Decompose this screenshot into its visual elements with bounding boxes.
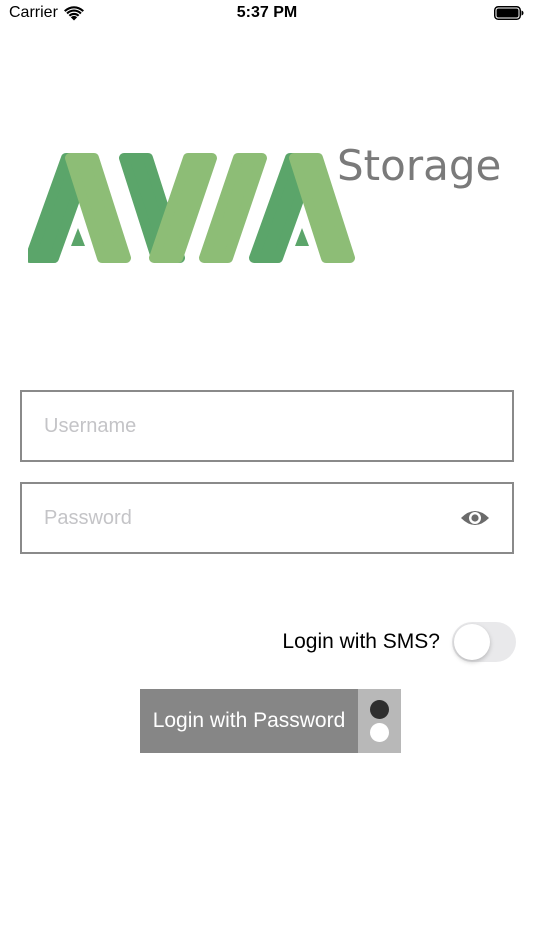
login-mode-option-sms[interactable] xyxy=(370,723,389,742)
logo-letter-i-stroke xyxy=(199,153,267,263)
sms-login-row: Login with SMS? xyxy=(282,621,516,663)
status-bar: Carrier 5:37 PM xyxy=(0,0,534,28)
battery-icon xyxy=(494,6,524,20)
logo-product-name: Storage xyxy=(337,141,501,190)
logo-letter-a2-notch xyxy=(295,228,309,246)
sms-login-toggle[interactable] xyxy=(452,622,516,662)
logo-letter-a-notch xyxy=(71,228,85,246)
login-mode-option-password[interactable] xyxy=(370,700,389,719)
login-mode-picker[interactable] xyxy=(358,689,401,753)
password-input[interactable] xyxy=(42,484,446,552)
eye-icon[interactable] xyxy=(460,506,490,530)
sms-login-toggle-knob xyxy=(454,624,490,660)
status-time: 5:37 PM xyxy=(236,4,298,21)
avia-storage-logo: Storage xyxy=(28,141,501,263)
sms-login-label: Login with SMS? xyxy=(282,630,440,653)
username-input[interactable] xyxy=(42,392,446,460)
login-with-password-button[interactable]: Login with Password xyxy=(140,689,358,753)
username-field-container xyxy=(20,390,514,462)
password-field-container xyxy=(20,482,514,554)
